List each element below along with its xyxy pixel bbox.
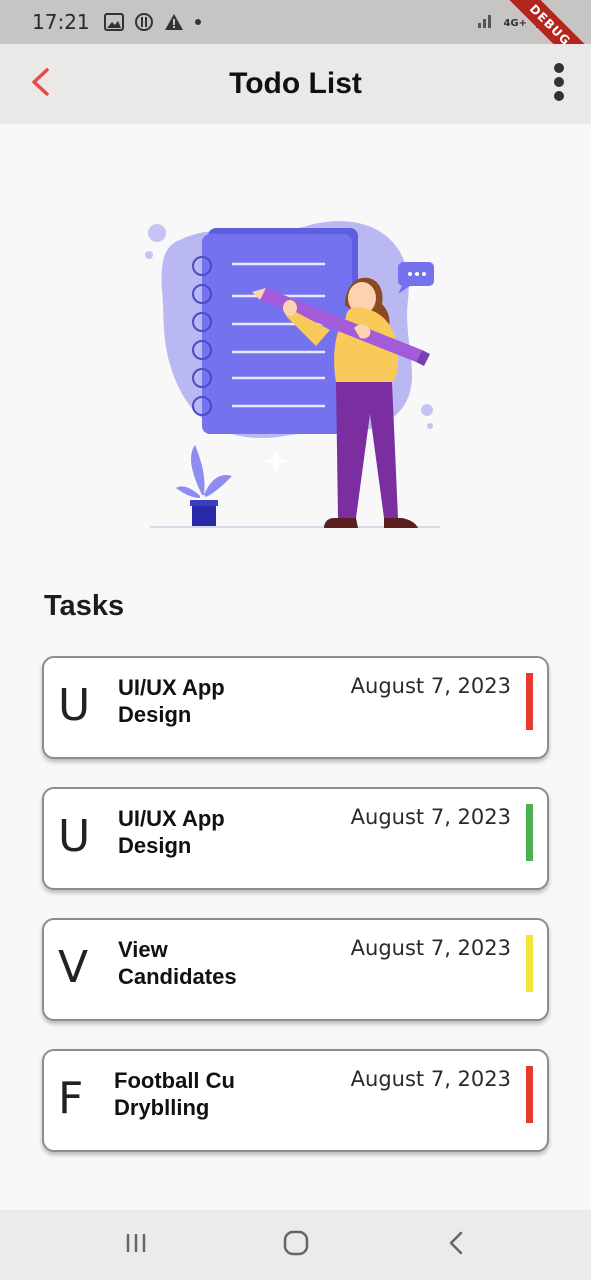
- priority-indicator: [526, 935, 533, 992]
- task-initial: F: [58, 1073, 84, 1124]
- task-list: U UI/UX App Design August 7, 2023 U UI/U…: [42, 656, 550, 1180]
- task-title: UI/UX App Design: [118, 806, 225, 858]
- more-options-button[interactable]: [537, 60, 581, 108]
- home-button[interactable]: [271, 1220, 321, 1270]
- priority-indicator: [526, 673, 533, 730]
- notification-dot-icon: [194, 18, 202, 26]
- data-saver-icon: [134, 12, 154, 32]
- back-icon: [447, 1230, 465, 1261]
- system-navigation-bar: [0, 1210, 591, 1280]
- recents-icon: [124, 1231, 148, 1260]
- task-date: August 7, 2023: [350, 936, 511, 960]
- task-title: Football Cu Dryblling: [114, 1068, 235, 1120]
- chevron-left-icon: [29, 67, 51, 102]
- network-label: 4G+: [503, 17, 527, 29]
- task-card[interactable]: U UI/UX App Design August 7, 2023: [42, 656, 549, 759]
- priority-indicator: [526, 804, 533, 861]
- task-card[interactable]: F Football Cu Dryblling August 7, 2023: [42, 1049, 549, 1152]
- task-initial: U: [58, 811, 91, 862]
- task-card[interactable]: V View Candidates August 7, 2023: [42, 918, 549, 1021]
- home-icon: [283, 1230, 309, 1261]
- priority-indicator: [526, 1066, 533, 1123]
- task-title: View Candidates: [118, 937, 237, 989]
- status-bar: 17:21 4G+ DEBUG: [0, 0, 591, 86]
- image-icon: [103, 13, 124, 31]
- signal-icon: [477, 11, 495, 35]
- task-initial: V: [58, 942, 89, 993]
- warning-icon: [164, 13, 184, 31]
- task-date: August 7, 2023: [350, 674, 511, 698]
- task-title: UI/UX App Design: [118, 675, 225, 727]
- page-title: Todo List: [229, 67, 362, 100]
- task-initial: U: [58, 680, 91, 731]
- todo-illustration: [140, 200, 440, 540]
- task-card[interactable]: U UI/UX App Design August 7, 2023: [42, 787, 549, 890]
- status-time: 17:21: [32, 10, 90, 34]
- task-date: August 7, 2023: [350, 805, 511, 829]
- recents-button[interactable]: [111, 1220, 161, 1270]
- back-button[interactable]: [18, 62, 62, 106]
- app-bar: Todo List: [0, 44, 591, 124]
- system-back-button[interactable]: [431, 1220, 481, 1270]
- task-date: August 7, 2023: [350, 1067, 511, 1091]
- tasks-section-title: Tasks: [44, 590, 125, 622]
- more-vertical-icon: [553, 62, 565, 107]
